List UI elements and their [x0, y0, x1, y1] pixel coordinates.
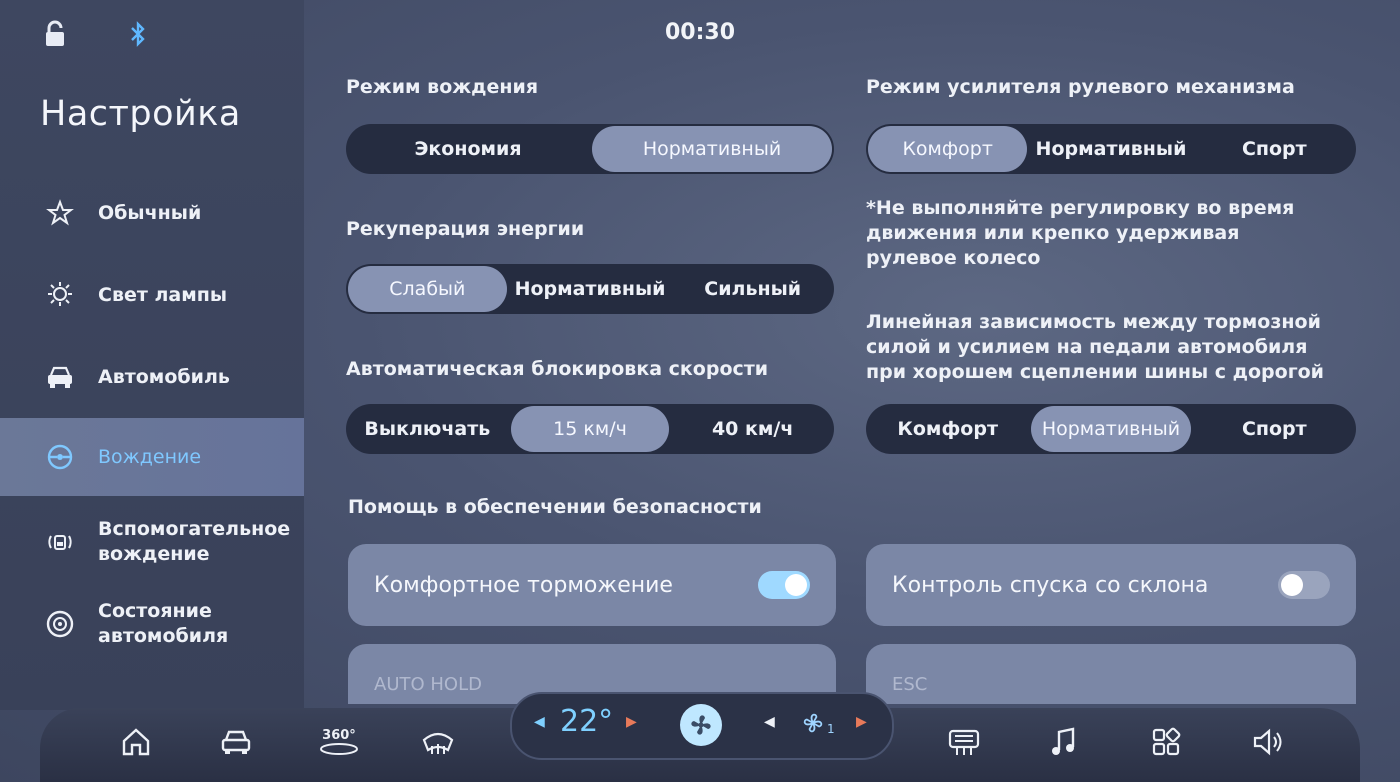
- auto-lock-option-15[interactable]: 15 км/ч: [510, 406, 670, 452]
- drive-mode-title: Режим вождения: [346, 76, 539, 98]
- auto-lock-option-40[interactable]: 40 км/ч: [673, 406, 832, 452]
- music-icon[interactable]: [1044, 722, 1084, 762]
- sidebar-item-driving[interactable]: Вождение: [0, 418, 304, 496]
- auto-lock-selector: Выключать 15 км/ч 40 км/ч: [346, 404, 834, 454]
- sidebar-item-label: Автомобиль: [98, 365, 230, 388]
- hill-descent-card: Контроль спуска со склона: [866, 544, 1356, 626]
- home-icon[interactable]: [116, 722, 156, 762]
- camera-360-button[interactable]: 360°: [316, 722, 362, 762]
- light-icon: [44, 279, 76, 311]
- bluetooth-icon: [128, 21, 148, 51]
- safety-title: Помощь в обеспечении безопасности: [348, 496, 762, 518]
- auto-lock-option-off[interactable]: Выключать: [348, 406, 507, 452]
- comfort-braking-card: Комфортное торможение: [348, 544, 836, 626]
- sidebar-item-assisted-driving[interactable]: Вспомогательное вождение: [0, 514, 304, 570]
- temperature-value: 22°: [560, 704, 614, 739]
- sidebar-item-vehicle-status[interactable]: Состояние автомобиля: [0, 596, 304, 652]
- volume-icon[interactable]: [1248, 722, 1288, 762]
- sidebar-item-lights[interactable]: Свет лампы: [0, 272, 304, 318]
- energy-recovery-selector: Слабый Нормативный Сильный: [346, 264, 834, 314]
- drive-mode-option-normal[interactable]: Нормативный: [592, 126, 832, 172]
- temp-increase-button[interactable]: ▶: [626, 714, 637, 730]
- auto-hold-label: AUTO HOLD: [374, 674, 482, 695]
- fan-speed-level: 1: [827, 722, 835, 736]
- camera-360-label: 360°: [322, 728, 356, 743]
- steering-mode-option-comfort[interactable]: Комфорт: [868, 126, 1028, 172]
- energy-recovery-option-strong[interactable]: Сильный: [673, 266, 832, 312]
- wheel-icon: [44, 608, 76, 640]
- sidebar-item-label: Обычный: [98, 201, 202, 224]
- brake-mode-option-sport[interactable]: Спорт: [1195, 406, 1354, 452]
- rear-defrost-icon[interactable]: [944, 722, 984, 762]
- brake-mode-selector: Комфорт Нормативный Спорт: [866, 404, 1356, 454]
- car-icon: [44, 361, 76, 393]
- apps-icon[interactable]: [1146, 722, 1186, 762]
- fan-increase-button[interactable]: ▶: [856, 714, 867, 730]
- esc-label: ESC: [892, 674, 928, 695]
- steering-wheel-icon: [44, 441, 76, 473]
- hill-descent-toggle[interactable]: [1278, 571, 1330, 599]
- car-icon[interactable]: [216, 722, 256, 762]
- comfort-braking-label: Комфортное торможение: [374, 572, 673, 598]
- drive-mode-option-economy[interactable]: Экономия: [348, 126, 588, 172]
- energy-recovery-title: Рекуперация энергии: [346, 218, 585, 240]
- esc-card: ESC: [866, 644, 1356, 704]
- auto-lock-title: Автоматическая блокировка скорости: [346, 358, 769, 380]
- star-icon: [44, 197, 76, 229]
- hill-descent-label: Контроль спуска со склона: [892, 572, 1209, 598]
- sidebar-item-label: Свет лампы: [98, 283, 228, 306]
- status-bar-icons: [44, 20, 148, 52]
- drive-mode-selector: Экономия Нормативный: [346, 124, 834, 174]
- sidebar-item-general[interactable]: Обычный: [0, 190, 304, 236]
- fan-icon[interactable]: [680, 704, 722, 746]
- steering-mode-selector: Комфорт Нормативный Спорт: [866, 124, 1356, 174]
- sidebar-title: Настройка: [40, 94, 241, 134]
- sidebar-item-label: Состояние автомобиля: [98, 600, 229, 647]
- energy-recovery-option-normal[interactable]: Нормативный: [511, 266, 670, 312]
- steering-mode-option-sport[interactable]: Спорт: [1195, 126, 1354, 172]
- fan-speed-indicator: 1: [800, 708, 840, 742]
- comfort-braking-toggle[interactable]: [758, 571, 810, 599]
- brake-mode-option-normal[interactable]: Нормативный: [1031, 406, 1191, 452]
- clock: 00:30: [664, 20, 736, 45]
- brake-mode-option-comfort[interactable]: Комфорт: [868, 406, 1027, 452]
- front-defrost-icon[interactable]: [418, 722, 458, 762]
- fan-decrease-button[interactable]: ◀: [764, 714, 775, 730]
- temp-decrease-button[interactable]: ◀: [534, 714, 545, 730]
- sidebar-item-vehicle[interactable]: Автомобиль: [0, 354, 304, 400]
- steering-mode-option-normal[interactable]: Нормативный: [1031, 126, 1190, 172]
- lock-icon: [44, 20, 66, 52]
- energy-recovery-option-weak[interactable]: Слабый: [348, 266, 507, 312]
- steering-warning-note: *Не выполняйте регулировку во время движ…: [866, 197, 1295, 269]
- brake-mode-description: Линейная зависимость между тормозной сил…: [866, 311, 1324, 383]
- steering-mode-title: Режим усилителя рулевого механизма: [866, 76, 1295, 98]
- sidebar-item-label: Вождение: [98, 445, 202, 468]
- sidebar-item-label: Вспомогательное вождение: [98, 518, 291, 565]
- assist-icon: [44, 526, 76, 558]
